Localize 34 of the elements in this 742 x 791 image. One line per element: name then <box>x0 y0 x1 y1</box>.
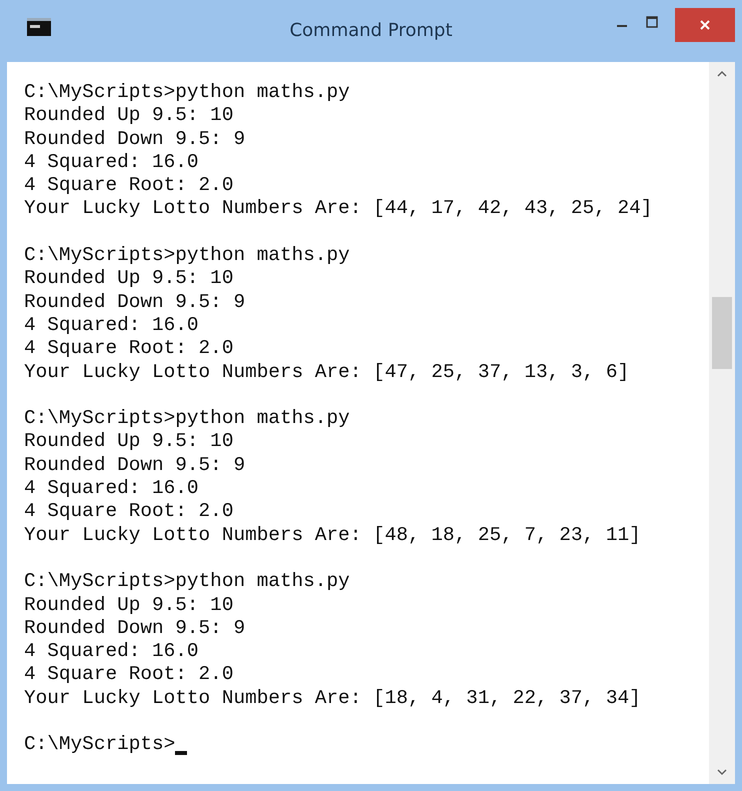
console-line: 4 Squared: 16.0 <box>24 477 200 500</box>
console-line: Rounded Down 9.5: 9 <box>24 128 246 151</box>
console-line: Rounded Up 9.5: 10 <box>24 594 234 617</box>
scroll-down-icon[interactable] <box>716 768 728 776</box>
console-line: Your Lucky Lotto Numbers Are: [44, 17, 42, 43, 25, 24] <box>24 197 654 221</box>
console-line: Rounded Up 9.5: 10 <box>24 267 234 291</box>
console-line: 4 Squared: 16.0 <box>24 314 200 338</box>
console-line: Rounded Down 9.5: 9 <box>24 454 246 478</box>
console-line: Your Lucky Lotto Numbers Are: [18, 4, 31, 22, 37, 34] <box>24 686 642 710</box>
scrollbar[interactable] <box>709 62 735 784</box>
maximize-icon <box>646 16 658 28</box>
console-line: 4 Squared: 16.0 <box>24 150 200 174</box>
scrollbar-thumb[interactable] <box>712 297 732 369</box>
console-line: C:\MyScripts>python maths.py <box>24 244 351 268</box>
console-line: 4 Squared: 16.0 <box>24 640 200 664</box>
console-line: 4 Square Root: 2.0 <box>24 500 234 524</box>
console-line: Your Lucky Lotto Numbers Are: [47, 25, 37, 13, 3, 6] <box>24 360 630 384</box>
scroll-up-icon[interactable] <box>716 70 728 78</box>
minimize-icon <box>617 25 627 27</box>
console-line: Rounded Down 9.5: 9 <box>24 290 246 314</box>
window-title: Command Prompt <box>288 20 454 41</box>
console-line: Your Lucky Lotto Numbers Are: [48, 18, 25, 7, 23, 11] <box>24 524 642 547</box>
console-line: C:\MyScripts>python maths.py <box>24 570 351 594</box>
terminal-icon <box>27 18 51 36</box>
console-line: C:\MyScripts>python maths.py <box>24 407 351 430</box>
console-line: Rounded Up 9.5: 10 <box>24 430 234 454</box>
console-line: 4 Square Root: 2.0 <box>24 337 234 361</box>
console-line: C:\MyScripts>python maths.py <box>24 81 351 104</box>
console-line: Rounded Down 9.5: 9 <box>24 616 246 640</box>
console-line: C:\MyScripts> <box>24 733 176 757</box>
console-line: 4 Square Root: 2.0 <box>24 663 234 687</box>
console-line: 4 Square Root: 2.0 <box>24 174 234 198</box>
close-icon <box>699 19 711 31</box>
console-line: Rounded Up 9.5: 10 <box>24 104 234 128</box>
